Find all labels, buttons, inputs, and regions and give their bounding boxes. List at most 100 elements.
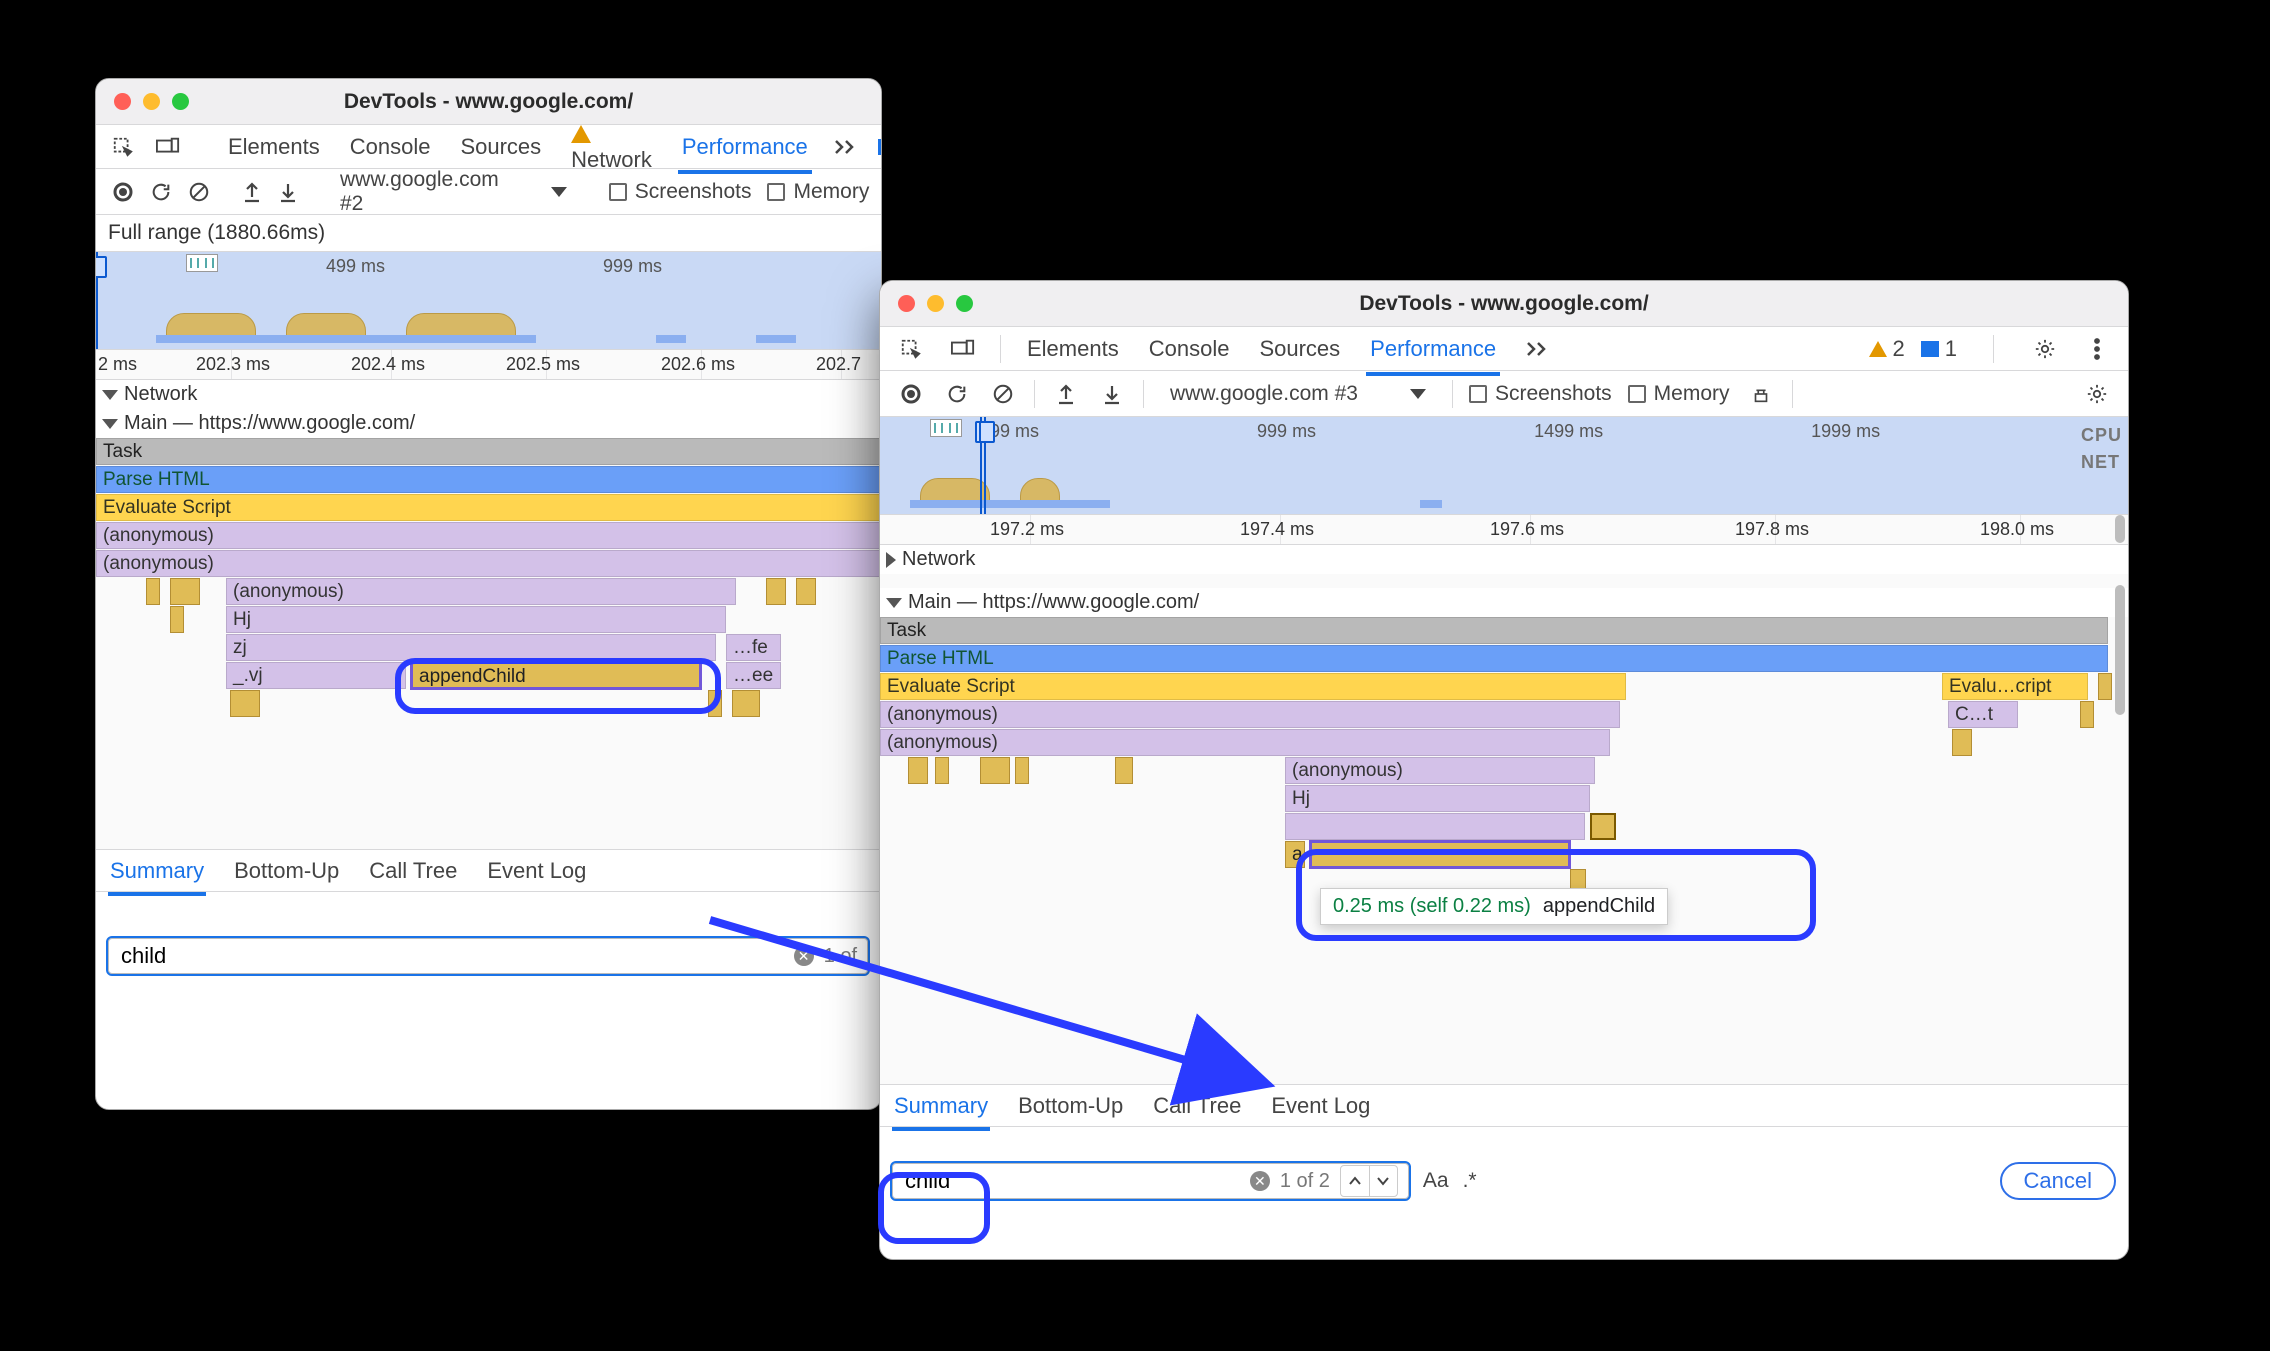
frame-small[interactable] [146, 578, 160, 605]
frame-parse-html[interactable]: Parse HTML [96, 466, 881, 493]
frame-small[interactable] [1952, 729, 1972, 756]
reload-icon[interactable] [150, 177, 172, 207]
timeline-ruler[interactable]: 197.2 ms 197.4 ms 197.6 ms 197.8 ms 198.… [880, 515, 2128, 545]
frame-small[interactable] [230, 690, 260, 717]
tab-console[interactable]: Console [1145, 328, 1234, 370]
timeline-ruler[interactable]: 2 ms 202.3 ms 202.4 ms 202.5 ms 202.6 ms… [96, 350, 881, 380]
more-tabs-chevrons-icon[interactable] [834, 132, 856, 162]
clear-icon[interactable] [188, 177, 210, 207]
issues-badge[interactable]: 1 [878, 134, 882, 160]
overview-strip[interactable]: CPU NET 499 ms 999 ms 1499 ms 1999 ms [880, 417, 2128, 515]
search-field[interactable] [119, 942, 784, 970]
regex-toggle[interactable]: .* [1463, 1169, 1477, 1193]
frame-eval-script-clip[interactable]: Evalu…cript [1942, 673, 2088, 700]
download-icon[interactable] [278, 177, 298, 207]
warnings-badge[interactable]: 2 [1869, 336, 1905, 362]
frame-row[interactable] [1285, 813, 1585, 840]
close-icon[interactable] [114, 93, 131, 110]
tab-bottom-up[interactable]: Bottom-Up [232, 852, 341, 890]
upload-icon[interactable] [242, 177, 262, 207]
frame-small[interactable] [732, 690, 760, 717]
frame-ct-clip[interactable]: C…t [1948, 701, 2018, 728]
traffic-lights[interactable] [114, 93, 189, 110]
tab-console[interactable]: Console [346, 126, 435, 168]
frame-small[interactable] [908, 757, 928, 784]
screenshots-checkbox[interactable]: Screenshots [609, 180, 752, 204]
frame-fe[interactable]: …fe [726, 634, 781, 661]
frame-anonymous[interactable]: (anonymous) [1285, 757, 1595, 784]
reload-icon[interactable] [942, 379, 972, 409]
frame-appendchild-highlighted[interactable]: appendChild [411, 662, 701, 689]
clear-search-icon[interactable]: ✕ [794, 946, 814, 966]
frame-anonymous[interactable]: (anonymous) [880, 701, 1620, 728]
minimize-icon[interactable] [927, 295, 944, 312]
profile-select[interactable]: www.google.com #2 [330, 166, 577, 218]
cancel-button[interactable]: Cancel [2000, 1162, 2116, 1200]
tab-performance[interactable]: Performance [678, 126, 812, 168]
frame-a[interactable]: a [1285, 841, 1305, 868]
tab-summary[interactable]: Summary [892, 1087, 990, 1125]
frame-ee[interactable]: …ee [726, 662, 781, 689]
tab-elements[interactable]: Elements [224, 126, 324, 168]
frame-small[interactable] [170, 606, 184, 633]
tab-call-tree[interactable]: Call Tree [367, 852, 459, 890]
search-next-icon[interactable] [1369, 1166, 1397, 1196]
frame-anonymous[interactable]: (anonymous) [96, 550, 881, 577]
frame-anonymous[interactable]: (anonymous) [880, 729, 1610, 756]
section-main[interactable]: Main — https://www.google.com/ [880, 588, 2128, 617]
zoom-handle-left[interactable] [96, 252, 98, 349]
section-network[interactable]: Network [880, 545, 2128, 574]
frame-hj[interactable]: Hj [1285, 785, 1590, 812]
tab-event-log[interactable]: Event Log [485, 852, 588, 890]
tab-call-tree[interactable]: Call Tree [1151, 1087, 1243, 1125]
profile-select[interactable]: www.google.com #3 [1160, 380, 1436, 408]
frame-small[interactable] [1115, 757, 1133, 784]
collect-gc-icon[interactable] [1746, 379, 1776, 409]
zoom-icon[interactable] [956, 295, 973, 312]
close-icon[interactable] [898, 295, 915, 312]
frame-anonymous[interactable]: (anonymous) [96, 522, 881, 549]
section-main[interactable]: Main — https://www.google.com/ [96, 409, 881, 438]
frame-appendchild-highlighted[interactable] [1310, 841, 1570, 868]
record-icon[interactable] [112, 177, 134, 207]
frame-small[interactable] [170, 578, 200, 605]
issues-badge[interactable]: 1 [1921, 336, 1957, 362]
download-icon[interactable] [1097, 379, 1127, 409]
zoom-icon[interactable] [172, 93, 189, 110]
frame-small[interactable] [980, 757, 1010, 784]
flame-chart[interactable]: Network Main — https://www.google.com/ T… [880, 545, 2128, 1085]
flame-chart[interactable]: Network Main — https://www.google.com/ T… [96, 380, 881, 850]
search-prev-icon[interactable] [1341, 1166, 1369, 1196]
frame-zj[interactable]: zj [226, 634, 716, 661]
traffic-lights[interactable] [898, 295, 973, 312]
inspect-icon[interactable] [896, 334, 926, 364]
frame-parse-html[interactable]: Parse HTML [880, 645, 2108, 672]
zoom-handle-right[interactable] [984, 417, 986, 514]
section-network[interactable]: Network [96, 380, 881, 409]
inspect-icon[interactable] [112, 132, 134, 162]
frame-small[interactable] [1015, 757, 1029, 784]
frame-small[interactable] [1590, 813, 1616, 840]
frame-small[interactable] [766, 578, 786, 605]
frame-vj[interactable]: _.vj [226, 662, 406, 689]
overview-strip[interactable]: 499 ms 999 ms [96, 252, 881, 350]
tab-elements[interactable]: Elements [1023, 328, 1123, 370]
scroll-thumb[interactable] [2115, 585, 2125, 715]
frame-small[interactable] [2080, 701, 2094, 728]
search-input[interactable]: ✕ 1 of [108, 938, 868, 974]
tab-network[interactable]: Network [567, 113, 656, 181]
search-field[interactable] [903, 1167, 1240, 1195]
tab-summary[interactable]: Summary [108, 852, 206, 890]
capture-settings-gear-icon[interactable] [2082, 379, 2112, 409]
upload-icon[interactable] [1051, 379, 1081, 409]
clear-icon[interactable] [988, 379, 1018, 409]
tab-sources[interactable]: Sources [1255, 328, 1344, 370]
frame-task[interactable]: Task [96, 438, 881, 465]
frame-small[interactable] [935, 757, 949, 784]
tab-performance[interactable]: Performance [1366, 328, 1500, 370]
screenshots-checkbox[interactable]: Screenshots [1469, 382, 1612, 406]
frame-eval-script[interactable]: Evaluate Script [880, 673, 1626, 700]
clear-search-icon[interactable]: ✕ [1250, 1171, 1270, 1191]
tab-sources[interactable]: Sources [456, 126, 545, 168]
device-toggle-icon[interactable] [948, 334, 978, 364]
